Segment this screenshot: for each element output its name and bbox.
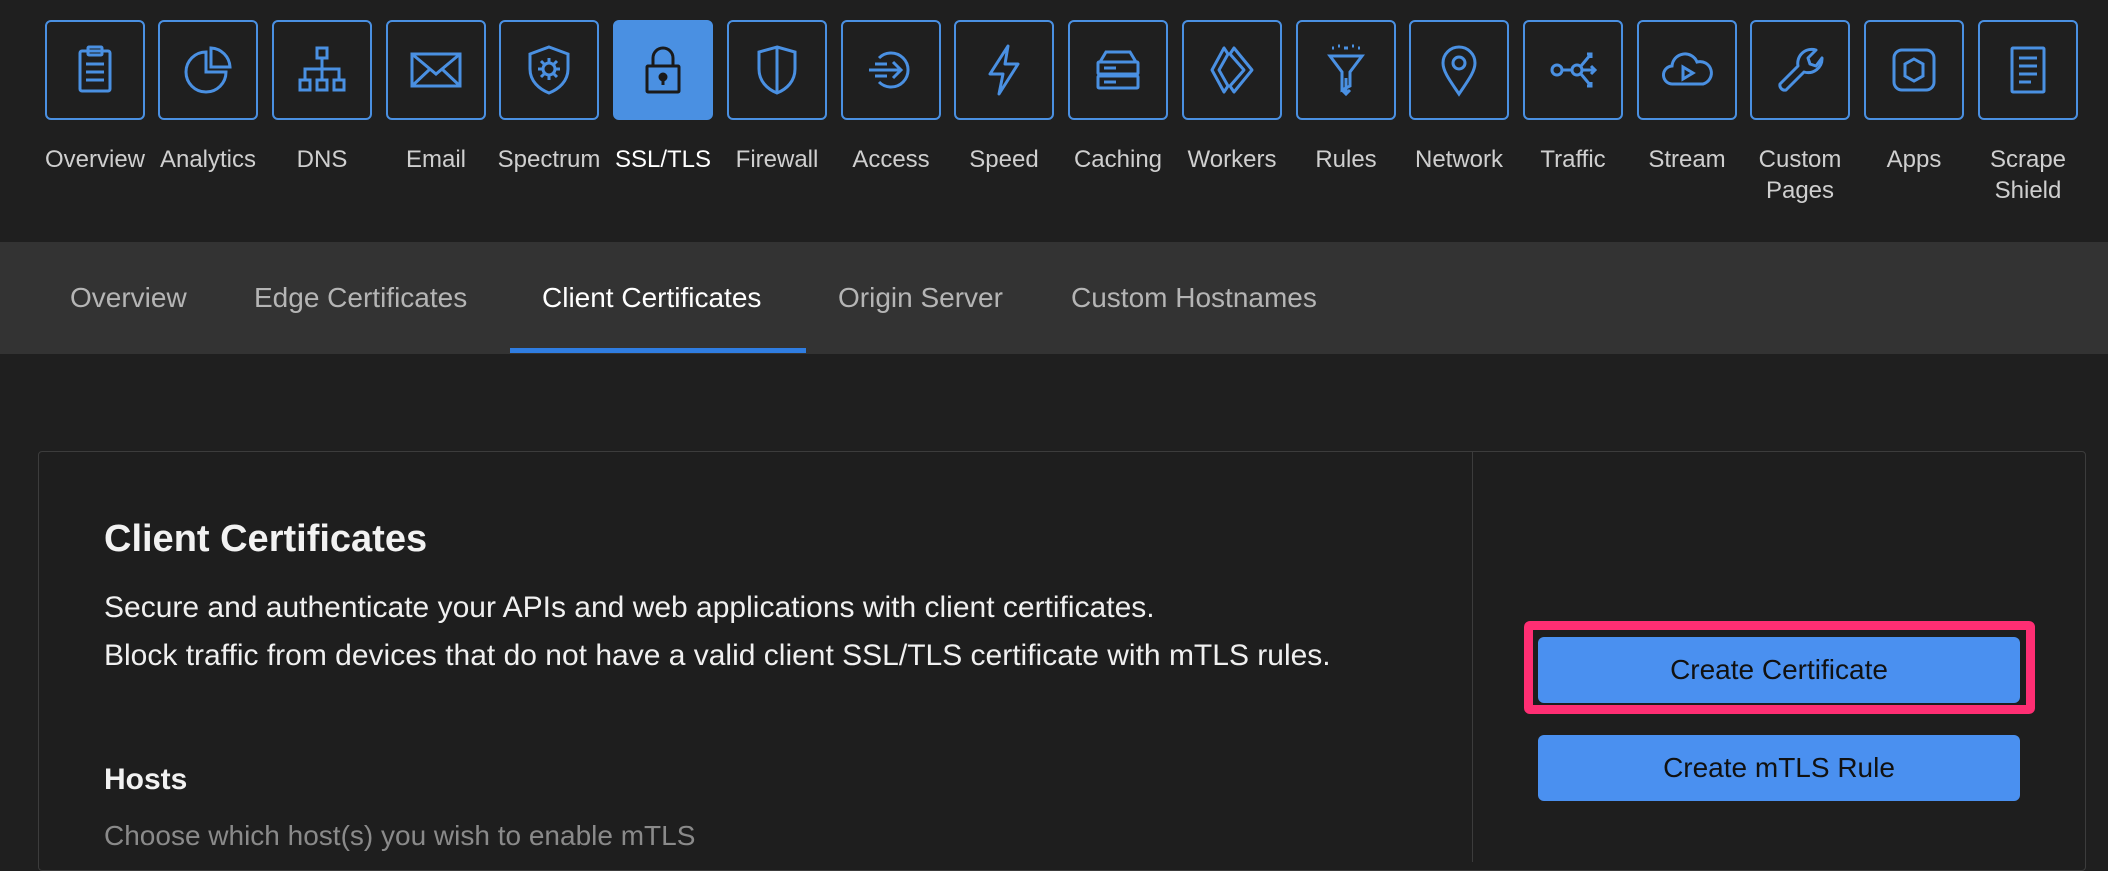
hexagon-icon (1892, 48, 1936, 92)
share-nodes-icon (1550, 52, 1598, 88)
nav-item-label: Apps (1886, 146, 1942, 173)
cloud-play-icon (1662, 52, 1713, 86)
nav-item-label: Email (405, 146, 466, 173)
nav-item-label: Overview (44, 146, 146, 173)
active-tab-indicator (510, 348, 806, 353)
chevrons-icon (1210, 46, 1254, 94)
nav-item-rules[interactable]: Rules (1289, 20, 1403, 175)
nav-item-label: Custom Pages (1758, 146, 1842, 204)
nav-item-box (1750, 20, 1850, 120)
nav-item-label: Traffic (1540, 146, 1606, 173)
sub-tab-bar: Overview Edge Certificates Client Certif… (0, 242, 2108, 354)
create-certificate-button[interactable]: Create Certificate (1538, 637, 2020, 703)
card-description-line: Secure and authenticate your APIs and we… (104, 591, 1155, 624)
tab-custom-hostnames[interactable]: Custom Hostnames (1071, 242, 1317, 354)
filter-funnel-icon (1327, 44, 1365, 97)
nav-item-label: Access (852, 146, 930, 173)
nav-item-box (1864, 20, 1964, 120)
nav-item-box (1409, 20, 1509, 120)
nav-item-firewall[interactable]: Firewall (720, 20, 834, 175)
nav-item-box (613, 20, 713, 120)
nav-item-stream[interactable]: Stream (1630, 20, 1744, 175)
nav-item-label: Speed (969, 146, 1039, 173)
shield-icon (757, 45, 797, 95)
card-description: Secure and authenticate your APIs and we… (104, 584, 1404, 680)
nav-item-network[interactable]: Network (1402, 20, 1516, 175)
pie-chart-icon (184, 46, 232, 94)
nav-item-ssl-tls[interactable]: SSL/TLS (606, 20, 720, 175)
tab-client-certificates[interactable]: Client Certificates (542, 242, 761, 354)
nav-item-label: SSL/TLS (614, 146, 712, 173)
lock-icon (645, 46, 681, 94)
nav-item-label: DNS (296, 146, 348, 173)
lightning-icon (988, 44, 1020, 96)
nav-item-box (1068, 20, 1168, 120)
tab-overview[interactable]: Overview (70, 242, 187, 354)
nav-item-label: Network (1414, 146, 1504, 173)
card-description-line: Block traffic from devices that do not h… (104, 639, 1331, 672)
nav-item-box (954, 20, 1054, 120)
nav-item-speed[interactable]: Speed (947, 20, 1061, 175)
envelope-icon (410, 52, 462, 88)
nav-item-scrape-shield[interactable]: Scrape Shield (1971, 20, 2085, 206)
nav-item-box (499, 20, 599, 120)
hosts-heading: Hosts (104, 763, 188, 796)
nav-item-custom-pages[interactable]: Custom Pages (1743, 20, 1857, 206)
shield-gear-icon (528, 45, 570, 95)
top-navigation: Overview Analytics DNS Email Spectrum SS… (0, 0, 2108, 242)
nav-item-box (1978, 20, 2078, 120)
nav-item-box (386, 20, 486, 120)
nav-item-apps[interactable]: Apps (1857, 20, 1971, 175)
nav-item-box (158, 20, 258, 120)
nav-item-label: Spectrum (497, 146, 601, 173)
create-mtls-rule-button[interactable]: Create mTLS Rule (1538, 735, 2020, 801)
nav-item-box (1182, 20, 1282, 120)
nav-item-overview[interactable]: Overview (38, 20, 152, 175)
nav-item-traffic[interactable]: Traffic (1516, 20, 1630, 175)
hosts-subtitle: Choose which host(s) you wish to enable … (104, 820, 696, 851)
nav-item-analytics[interactable]: Analytics (151, 20, 265, 175)
map-pin-icon (1441, 45, 1477, 97)
sign-in-arrow-icon (869, 51, 910, 89)
nav-item-box (727, 20, 827, 120)
nav-item-box (272, 20, 372, 120)
nav-item-label: Rules (1315, 146, 1377, 173)
nav-item-dns[interactable]: DNS (265, 20, 379, 175)
nav-item-workers[interactable]: Workers (1175, 20, 1289, 175)
wrench-icon (1778, 47, 1824, 92)
card-title: Client Certificates (104, 518, 428, 560)
nav-item-box (1637, 20, 1737, 120)
sitemap-icon (298, 46, 346, 92)
nav-item-box (1523, 20, 1623, 120)
nav-item-spectrum[interactable]: Spectrum (492, 20, 606, 175)
nav-item-email[interactable]: Email (379, 20, 493, 175)
nav-item-label: Workers (1187, 146, 1277, 173)
nav-item-label: Scrape Shield (1989, 146, 2067, 204)
nav-item-caching[interactable]: Caching (1061, 20, 1175, 175)
clipboard-icon (78, 45, 112, 93)
nav-item-label: Analytics (159, 146, 257, 173)
tab-edge-certificates[interactable]: Edge Certificates (254, 242, 467, 354)
nav-item-label: Stream (1648, 146, 1726, 173)
nav-item-box (841, 20, 941, 120)
server-stack-icon (1096, 50, 1140, 90)
card-divider (1472, 452, 1473, 862)
nav-item-label: Firewall (735, 146, 819, 173)
tab-origin-server[interactable]: Origin Server (838, 242, 1003, 354)
nav-item-box (45, 20, 145, 120)
nav-item-box (1296, 20, 1396, 120)
document-icon (2010, 46, 2046, 94)
nav-item-access[interactable]: Access (834, 20, 948, 175)
nav-item-label: Caching (1073, 146, 1163, 173)
